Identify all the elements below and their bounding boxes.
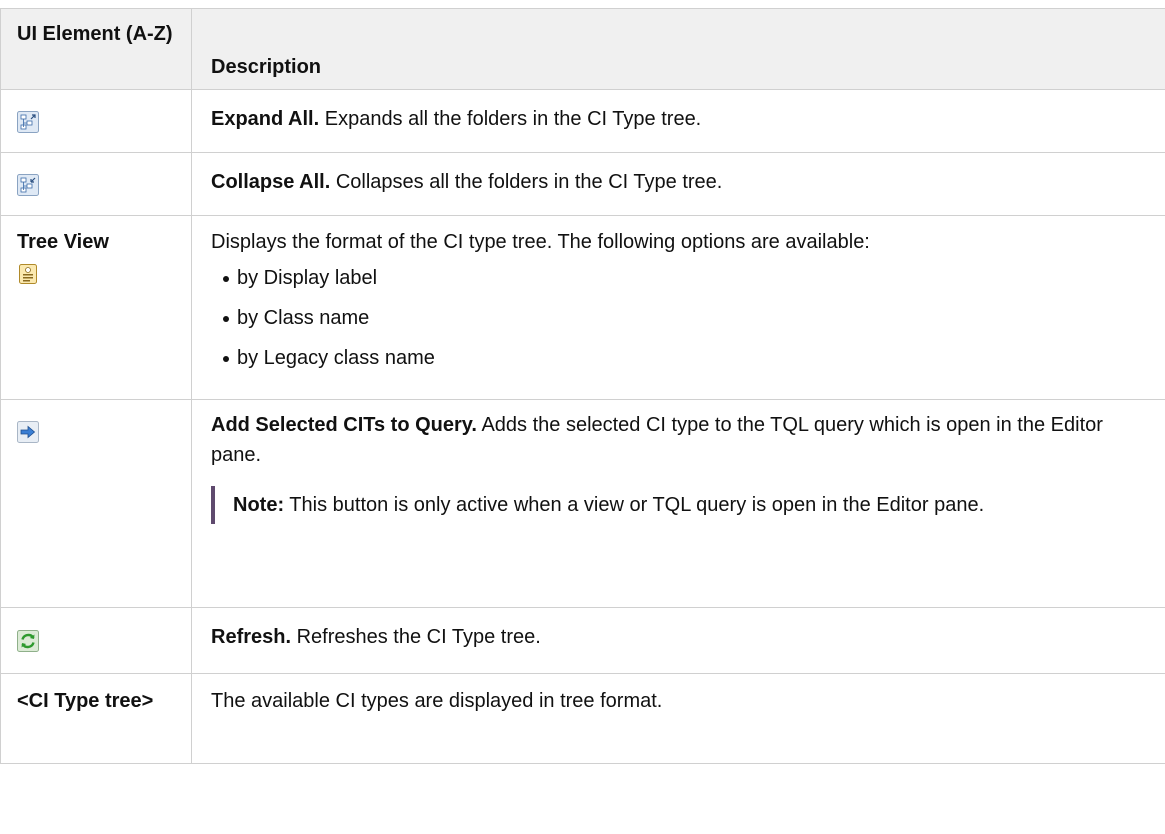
add-arrow-icon — [17, 420, 39, 443]
list-item: by Class name — [211, 303, 1151, 333]
collapse-all-description: Collapses all the folders in the CI Type… — [330, 171, 723, 193]
collapse-all-icon — [17, 173, 39, 196]
refresh-description: Refreshes the CI Type tree. — [291, 626, 541, 648]
note-label: Note: — [233, 494, 285, 516]
tree-view-options: by Display label by Class name by Legacy… — [211, 263, 1151, 373]
ci-type-tree-label: <CI Type tree> — [17, 690, 154, 712]
note-text: This button is only active when a view o… — [284, 494, 985, 516]
table-header-row: UI Element (A-Z) Description — [0, 8, 1165, 90]
column-header-description: Description — [191, 8, 1165, 90]
table-row: Refresh. Refreshes the CI Type tree. — [0, 607, 1165, 674]
refresh-label: Refresh. — [211, 626, 292, 648]
note-block: Note: This button is only active when a … — [211, 486, 1151, 524]
expand-all-label: Expand All. — [211, 108, 320, 130]
ci-type-tree-description: The available CI types are displayed in … — [211, 690, 663, 712]
tree-view-description: Displays the format of the CI type tree.… — [211, 231, 870, 253]
table-row: Add Selected CITs to Query. Adds the sel… — [0, 399, 1165, 608]
collapse-all-label: Collapse All. — [211, 171, 331, 193]
ui-element-table: UI Element (A-Z) Description Expand All.… — [0, 8, 1165, 764]
expand-all-icon — [17, 110, 39, 133]
table-row: <CI Type tree> The available CI types ar… — [0, 673, 1165, 764]
table-row: Collapse All. Collapses all the folders … — [0, 152, 1165, 216]
expand-all-description: Expands all the folders in the CI Type t… — [319, 108, 702, 130]
tree-view-label: Tree View — [17, 231, 109, 253]
add-selected-cits-label: Add Selected CITs to Query. — [211, 414, 477, 436]
list-item: by Legacy class name — [211, 343, 1151, 373]
list-item: by Display label — [211, 263, 1151, 293]
column-header-ui-element: UI Element (A-Z) — [0, 8, 192, 90]
table-row: Expand All. Expands all the folders in t… — [0, 89, 1165, 153]
refresh-icon — [17, 629, 39, 652]
table-row: Tree View Displays the format of the CI … — [0, 215, 1165, 400]
tree-view-icon — [17, 263, 39, 285]
